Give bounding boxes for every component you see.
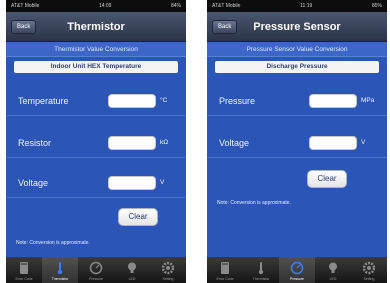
tab-bar: Error Code Thermistor Pressure LED Setti… — [207, 257, 387, 283]
lightbulb-icon — [128, 262, 136, 273]
clear-button[interactable]: Clear — [307, 170, 347, 188]
navigation-bar: Back Thermistor — [6, 12, 186, 42]
tab-label: Setting — [162, 277, 174, 281]
pressure-sensor-screen: AT&T Mobile 11:19 85% Back Pressure Sens… — [207, 0, 387, 283]
voltage-label: Voltage — [18, 177, 49, 188]
voltage-unit: V — [361, 139, 366, 146]
voltage-input[interactable] — [108, 175, 156, 190]
voltage-label: Voltage — [219, 137, 250, 148]
voltage-row: Voltage V — [6, 168, 186, 198]
page-title: Pressure Sensor — [253, 20, 341, 33]
gauge-icon — [89, 261, 103, 275]
voltage-row: Voltage V — [207, 128, 387, 158]
approximation-note: Note: Conversion is approximate. — [16, 240, 90, 246]
tab-led[interactable]: LED — [315, 257, 351, 283]
section-selector[interactable]: Discharge Pressure — [215, 61, 379, 73]
back-button[interactable]: Back — [212, 20, 238, 34]
status-bar: AT&T Mobile 14:09 84% — [6, 0, 186, 12]
conversion-subtitle: Thermistor Value Conversion — [6, 42, 186, 57]
clear-button[interactable]: Clear — [118, 208, 158, 226]
tab-label: Pressure — [289, 277, 304, 281]
status-bar: AT&T Mobile 11:19 85% — [207, 0, 387, 12]
thermometer-icon — [258, 262, 264, 275]
pressure-unit: MPa — [361, 97, 375, 104]
book-icon — [221, 262, 229, 274]
tab-label: Thermistor — [252, 277, 270, 281]
resistor-label: Resistor — [18, 137, 52, 148]
tab-setting[interactable]: Setting — [150, 257, 186, 283]
temperature-input[interactable] — [108, 93, 156, 108]
temperature-label: Temperature — [18, 95, 69, 106]
tab-label: Error Code — [15, 277, 33, 281]
tab-bar: Error Code Thermistor Pressure LED Setti… — [6, 257, 186, 283]
screenshot-divider — [190, 0, 203, 283]
approximation-note: Note: Conversion is approximate. — [217, 200, 291, 206]
battery-text: 85% — [371, 3, 382, 9]
thermistor-screen: AT&T Mobile 14:09 84% Back Thermistor Th… — [6, 0, 186, 283]
tab-label: Thermistor — [51, 277, 69, 281]
pressure-input[interactable] — [309, 93, 357, 108]
resistor-input[interactable] — [108, 135, 156, 150]
lightbulb-icon — [329, 262, 337, 273]
tab-label: LED — [329, 277, 337, 281]
time-text: 11:19 — [300, 3, 313, 9]
tab-setting[interactable]: Setting — [351, 257, 387, 283]
section-selector[interactable]: Indoor Unit HEX Temperature — [14, 61, 178, 73]
tab-led[interactable]: LED — [114, 257, 150, 283]
tab-label: Error Code — [216, 277, 234, 281]
tab-thermistor[interactable]: Thermistor — [243, 257, 279, 283]
resistor-row: Resistor kΩ — [6, 128, 186, 158]
thermometer-icon — [57, 262, 63, 275]
resistor-unit: kΩ — [160, 139, 169, 146]
gear-icon — [161, 261, 175, 275]
navigation-bar: Back Pressure Sensor — [207, 12, 387, 42]
tab-label: Pressure — [88, 277, 103, 281]
battery-text: 84% — [170, 3, 181, 9]
carrier-text: AT&T Mobile — [11, 3, 40, 9]
tab-error-code[interactable]: Error Code — [207, 257, 243, 283]
voltage-input[interactable] — [309, 135, 357, 150]
temperature-unit: °C — [160, 97, 168, 104]
tab-thermistor[interactable]: Thermistor — [42, 257, 78, 283]
tab-error-code[interactable]: Error Code — [6, 257, 42, 283]
pressure-row: Pressure MPa — [207, 86, 387, 116]
gauge-icon — [290, 261, 304, 275]
carrier-text: AT&T Mobile — [212, 3, 241, 9]
temperature-row: Temperature °C — [6, 86, 186, 116]
tab-pressure[interactable]: Pressure — [279, 257, 315, 283]
time-text: 14:09 — [98, 3, 112, 9]
gear-icon — [362, 261, 376, 275]
voltage-unit: V — [160, 179, 165, 186]
pressure-label: Pressure — [219, 95, 256, 106]
tab-label: LED — [128, 277, 136, 281]
page-title: Thermistor — [67, 20, 125, 33]
book-icon — [20, 262, 28, 274]
tab-label: Setting — [363, 277, 375, 281]
back-button[interactable]: Back — [11, 20, 37, 34]
tab-pressure[interactable]: Pressure — [78, 257, 114, 283]
conversion-subtitle: Pressure Sensor Value Conversion — [207, 42, 387, 57]
